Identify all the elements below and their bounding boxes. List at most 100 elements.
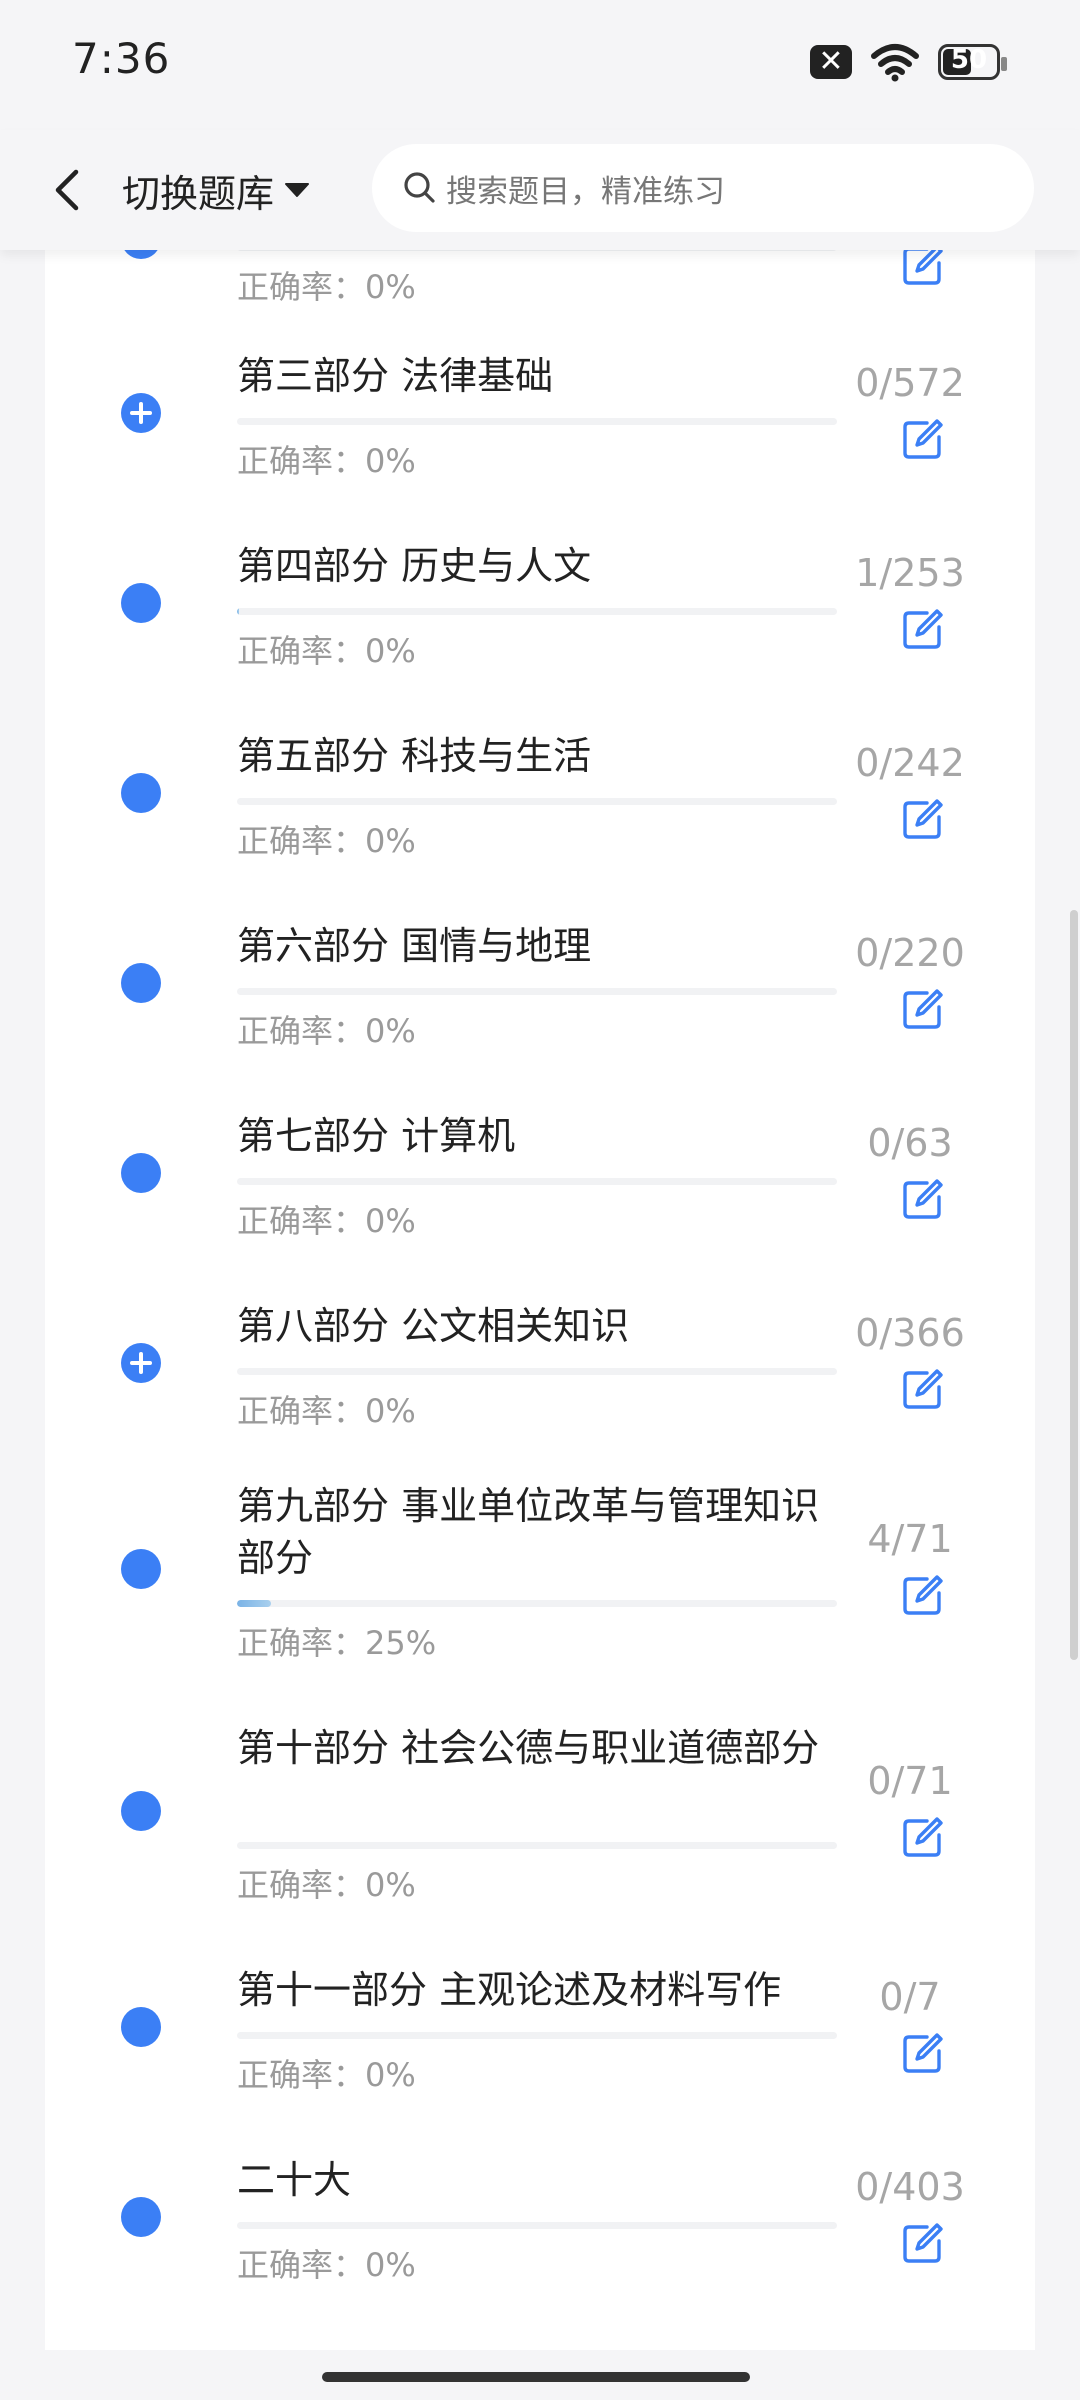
- progress-bar: [237, 2032, 837, 2039]
- practice-edit-icon[interactable]: [901, 797, 945, 841]
- question-count: 0/7: [879, 1975, 941, 2019]
- accuracy-text: 正确率：0%: [237, 1860, 416, 1906]
- accuracy-value: 0%: [365, 1866, 416, 1904]
- accuracy-label: 正确率：: [237, 1866, 366, 1904]
- status-bar: 7:36 ✕ 50: [0, 0, 1080, 130]
- switch-question-bank[interactable]: 切换题库: [122, 162, 310, 218]
- accuracy-text: 正确率：0%: [237, 1006, 416, 1052]
- progress-bar: [237, 2222, 837, 2229]
- accuracy-label: 正确率：: [237, 1624, 366, 1662]
- progress-bar: [237, 1178, 837, 1185]
- accuracy-text: 正确率：0%: [237, 2240, 416, 2286]
- accuracy-label: 正确率：: [237, 2056, 366, 2094]
- top-header: 切换题库 搜索题目，精准练习: [0, 130, 1080, 250]
- question-count: 0/220: [855, 931, 965, 975]
- chapter-title: 第三部分 法律基础: [237, 354, 554, 398]
- question-count: 0/242: [855, 741, 965, 785]
- accuracy-value: 0%: [365, 268, 416, 306]
- accuracy-label: 正确率：: [237, 632, 366, 670]
- accuracy-label: 正确率：: [237, 1392, 366, 1430]
- practice-edit-icon[interactable]: [901, 607, 945, 651]
- accuracy-value: 0%: [365, 2056, 416, 2094]
- practice-edit-icon[interactable]: [901, 1367, 945, 1411]
- practice-edit-icon[interactable]: [901, 2031, 945, 2075]
- practice-edit-icon[interactable]: [901, 987, 945, 1031]
- notification-close-icon: ✕: [810, 45, 852, 79]
- chapter-item[interactable]: 第八部分 公文相关知识 正确率：0% 0/366: [45, 1290, 1035, 1430]
- chapter-dot-icon: [121, 1153, 161, 1193]
- progress-bar: [237, 1842, 837, 1849]
- expand-plus-icon[interactable]: [121, 393, 161, 433]
- question-count: 0/403: [855, 2165, 965, 2209]
- battery-percent: 50: [950, 45, 988, 75]
- question-count: 1/253: [855, 551, 965, 595]
- accuracy-value: 0%: [365, 1012, 416, 1050]
- accuracy-text: 正确率：0%: [237, 816, 416, 862]
- accuracy-value: 0%: [365, 1392, 416, 1430]
- switch-question-bank-label: 切换题库: [122, 171, 275, 216]
- chapter-item[interactable]: 第十一部分 主观论述及材料写作正确率：0% 0/7: [45, 1954, 1035, 2094]
- progress-bar: [237, 1368, 837, 1375]
- progress-bar: [237, 418, 837, 425]
- scrollbar-thumb[interactable]: [1070, 910, 1078, 1660]
- chapter-item[interactable]: 二十大正确率：0% 0/403: [45, 2144, 1035, 2284]
- search-icon: [404, 172, 435, 203]
- practice-edit-icon[interactable]: [901, 1177, 945, 1221]
- practice-edit-icon[interactable]: [901, 417, 945, 461]
- chapter-title: 第九部分 事业单位改革与管理知识部分: [237, 1484, 820, 1580]
- progress-bar: [237, 988, 837, 995]
- accuracy-label: 正确率：: [237, 442, 366, 480]
- accuracy-value: 25%: [365, 1624, 437, 1662]
- accuracy-value: 0%: [365, 822, 416, 860]
- practice-edit-icon[interactable]: [901, 2221, 945, 2265]
- expand-plus-icon[interactable]: [121, 1343, 161, 1383]
- wifi-icon: [871, 44, 919, 82]
- accuracy-label: 正确率：: [237, 822, 366, 860]
- question-count: 0/366: [855, 1311, 965, 1355]
- accuracy-text: 正确率：0%: [237, 436, 416, 482]
- chapter-dot-icon: [121, 963, 161, 1003]
- question-count: 0/71: [867, 1759, 953, 1803]
- chapter-item[interactable]: 第三部分 法律基础 正确率：0% 0/572: [45, 340, 1035, 480]
- progress-fill: [237, 1600, 271, 1607]
- accuracy-label: 正确率：: [237, 1012, 366, 1050]
- chapter-title: 第十部分 社会公德与职业道德部分: [237, 1726, 820, 1770]
- chapter-title: 第八部分 公文相关知识: [237, 1304, 630, 1348]
- progress-bar: [237, 1600, 837, 1607]
- accuracy-text: 正确率：0%: [237, 1386, 416, 1432]
- chapter-dot-icon: [121, 2007, 161, 2047]
- chapter-item[interactable]: 第六部分 国情与地理 正确率：0% 0/220: [45, 910, 1035, 1050]
- chapter-item[interactable]: 第五部分 科技与生活 正确率：0% 0/242: [45, 720, 1035, 860]
- caret-down-icon: [285, 183, 310, 197]
- chapter-item[interactable]: 第十部分 社会公德与职业道德部分 正确率：0% 0/71: [45, 1712, 1035, 1904]
- chapter-title: 第六部分 国情与地理: [237, 924, 592, 968]
- chapter-dot-icon: [121, 1549, 161, 1589]
- question-count: 0/63: [867, 1121, 953, 1165]
- chapter-dot-icon: [121, 583, 161, 623]
- chapter-title: 二十大: [237, 2158, 352, 2202]
- accuracy-value: 0%: [365, 1202, 416, 1240]
- progress-bar: [237, 798, 837, 805]
- practice-edit-icon[interactable]: [901, 1573, 945, 1617]
- question-count: 0/572: [855, 361, 965, 405]
- home-indicator[interactable]: [322, 2372, 750, 2382]
- back-icon[interactable]: [38, 158, 98, 222]
- question-count: 4/71: [867, 1517, 953, 1561]
- status-icons: ✕ 50: [810, 40, 1007, 84]
- search-input[interactable]: 搜索题目，精准练习: [372, 144, 1034, 232]
- scrollbar[interactable]: [1066, 250, 1078, 2350]
- search-placeholder: 搜索题目，精准练习: [446, 173, 725, 210]
- accuracy-value: 0%: [365, 2246, 416, 2284]
- accuracy-label: 正确率：: [237, 1202, 366, 1240]
- battery-cap: [1001, 57, 1007, 71]
- accuracy-value: 0%: [365, 442, 416, 480]
- chapter-dot-icon: [121, 773, 161, 813]
- chapter-item[interactable]: 第四部分 历史与人文 正确率：0% 1/253: [45, 530, 1035, 670]
- chapter-item[interactable]: 第九部分 事业单位改革与管理知识部分正确率：25% 4/71: [45, 1470, 1035, 1662]
- battery-icon: 50: [938, 44, 1007, 80]
- chapter-title: 第十一部分 主观论述及材料写作: [237, 1968, 782, 2012]
- practice-edit-icon[interactable]: [901, 1815, 945, 1859]
- accuracy-label: 正确率：: [237, 2246, 366, 2284]
- progress-bar: [237, 608, 837, 615]
- chapter-item[interactable]: 第七部分 计算机 正确率：0% 0/63: [45, 1100, 1035, 1240]
